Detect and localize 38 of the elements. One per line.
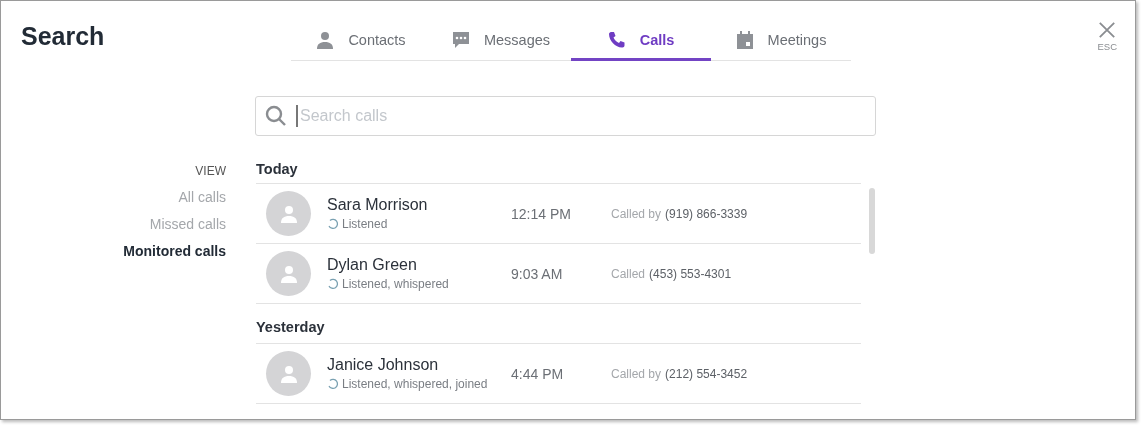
- call-direction: Called: [611, 266, 646, 281]
- caller-name[interactable]: Dylan Green: [327, 256, 511, 274]
- avatar: [266, 191, 311, 236]
- scrollbar[interactable]: [869, 188, 875, 254]
- search-icon: [265, 105, 287, 127]
- call-time: 12:14 PM: [511, 205, 572, 222]
- refresh-icon: [327, 278, 339, 290]
- avatar: [266, 251, 311, 296]
- call-time: 4:44 PM: [511, 365, 565, 382]
- view-option[interactable]: Monitored calls: [123, 243, 226, 259]
- phone-icon: [607, 31, 626, 49]
- monitor-status: Listened, whispered: [342, 277, 449, 291]
- avatar: [266, 351, 311, 396]
- page-title: Search: [21, 22, 106, 51]
- section-heading: Today: [256, 161, 861, 184]
- call-direction: Called by: [611, 206, 662, 221]
- call-direction: Called by: [611, 366, 662, 381]
- tab[interactable]: Messages: [431, 22, 571, 61]
- refresh-icon: [327, 218, 339, 230]
- caller-name[interactable]: Janice Johnson: [327, 356, 511, 374]
- call-time: 9:03 AM: [511, 265, 564, 282]
- person-icon: [316, 31, 335, 49]
- section-heading: Yesterday: [256, 319, 861, 344]
- monitor-status: Listened: [342, 217, 388, 231]
- calendar-icon: [735, 31, 754, 49]
- view-heading: VIEW: [195, 164, 226, 178]
- monitor-status: Listened, whispered, joined: [342, 377, 488, 391]
- tab[interactable]: Contacts: [291, 22, 431, 61]
- refresh-icon: [327, 378, 339, 390]
- close-button[interactable]: ESC: [1097, 21, 1117, 52]
- phone-number: (453) 553-4301: [649, 266, 732, 281]
- search-field[interactable]: Search calls: [255, 96, 876, 136]
- phone-number: (212) 554-3452: [665, 366, 748, 381]
- phone-number: (919) 866-3339: [665, 206, 748, 221]
- tab[interactable]: Calls: [571, 22, 711, 61]
- chat-icon: [451, 31, 470, 49]
- tab[interactable]: Meetings: [711, 22, 851, 61]
- caller-name[interactable]: Sara Morrison: [327, 196, 511, 214]
